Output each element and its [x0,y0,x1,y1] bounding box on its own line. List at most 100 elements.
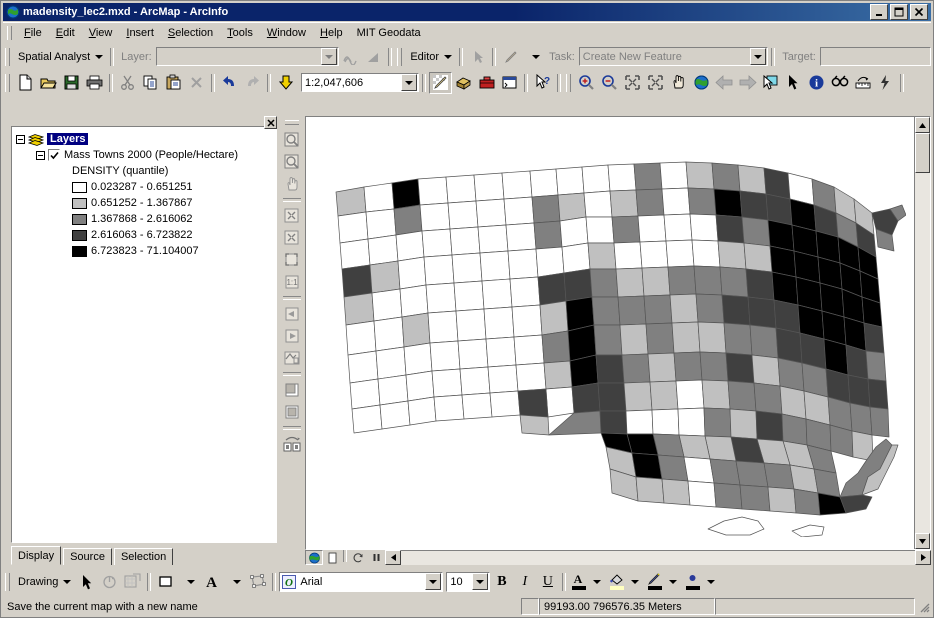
menu-insert[interactable]: Insert [119,25,161,41]
zoom-control-page-button[interactable] [281,347,303,369]
zoom-in-tool[interactable] [575,72,598,94]
zoom-whole-page-button[interactable] [281,249,303,271]
standard-toolbar-grip[interactable] [5,73,10,92]
layout-view-button[interactable] [323,550,341,565]
scroll-left-button[interactable] [385,550,401,565]
command-line-button[interactable] [498,72,521,94]
menu-edit[interactable]: Edit [49,25,82,41]
map-canvas[interactable] [306,117,914,549]
map-horizontal-scrollbar[interactable] [385,550,931,565]
fixed-zoom-out-page-button[interactable] [281,227,303,249]
scroll-down-button[interactable] [915,533,930,549]
tab-selection[interactable]: Selection [113,548,174,565]
legend-item[interactable]: 0.023287 - 0.651251 [72,179,276,195]
menu-tools[interactable]: Tools [220,25,260,41]
go-forward-page-button[interactable] [281,325,303,347]
drawing-menu[interactable]: Drawing [14,574,75,590]
edit-tool-button[interactable] [466,46,489,68]
select-elements-draw-tool[interactable] [75,571,98,593]
go-back-page-button[interactable] [281,303,303,325]
undo-button[interactable] [218,72,241,94]
chevron-down-icon[interactable] [669,579,678,584]
zoom-in-page-button[interactable] [281,129,303,151]
tab-display[interactable]: Display [11,546,62,565]
change-layout-button[interactable] [281,433,303,455]
menu-selection[interactable]: Selection [161,25,220,41]
vertical-scroll-track[interactable] [915,173,930,533]
print-button[interactable] [83,72,106,94]
chevron-down-icon[interactable] [593,579,602,584]
minimize-button[interactable] [870,4,888,20]
legend-item[interactable]: 2.616063 - 6.723822 [72,227,276,243]
toggle-draft-mode-button[interactable] [281,379,303,401]
delete-button[interactable] [185,72,208,94]
menu-window[interactable]: Window [260,25,313,41]
font-name-combo[interactable]: O Arial [279,571,444,592]
menu-mit-geodata[interactable]: MIT Geodata [350,25,428,41]
horizontal-scroll-track[interactable] [401,550,915,565]
maximize-button[interactable] [890,4,908,20]
task-combo-arrow[interactable] [750,48,767,65]
edit-vertices-button[interactable] [246,571,269,593]
line-color-button[interactable] [645,572,678,591]
hyperlink-tool[interactable] [874,72,897,94]
save-button[interactable] [60,72,83,94]
scroll-right-button[interactable] [915,550,931,565]
resize-grip[interactable] [917,600,931,614]
redo-button[interactable] [241,72,264,94]
measure-tool[interactable] [851,72,874,94]
rotate-element-button[interactable] [98,571,121,593]
fixed-zoom-out-tool[interactable] [644,72,667,94]
zoom-out-tool[interactable] [598,72,621,94]
forward-extent-tool[interactable] [736,72,759,94]
sketch-tool-button[interactable] [499,46,522,68]
chevron-down-icon[interactable] [631,579,640,584]
add-data-button[interactable] [274,72,297,94]
editor-toolbar-toggle[interactable] [429,71,452,94]
copy-button[interactable] [139,72,162,94]
collapse-layer-icon[interactable] [36,150,45,160]
close-button[interactable] [910,4,928,20]
spatial-analyst-grip[interactable] [5,47,10,66]
pause-drawing-button[interactable] [367,550,385,565]
new-text-dropdown[interactable] [223,571,246,593]
map-vertical-scrollbar[interactable] [914,117,930,549]
select-features-tool[interactable] [759,72,782,94]
marker-color-button[interactable] [683,572,716,591]
drawing-toolbar-grip[interactable] [5,572,10,591]
refresh-button[interactable] [349,550,367,565]
cut-button[interactable] [116,72,139,94]
legend-item[interactable]: 0.651252 - 1.367867 [72,195,276,211]
zoom-out-page-button[interactable] [281,151,303,173]
select-elements-tool[interactable] [782,72,805,94]
fill-color-button[interactable] [607,572,640,591]
vertical-scroll-thumb[interactable] [915,133,930,173]
legend-item[interactable]: 6.723823 - 71.104007 [72,243,276,259]
new-rectangle-button[interactable] [154,571,177,593]
editor-grip[interactable] [397,47,403,66]
legend-item[interactable]: 1.367868 - 2.616062 [72,211,276,227]
new-rectangle-dropdown[interactable] [177,571,200,593]
menu-help[interactable]: Help [313,25,350,41]
toc-tree[interactable]: Layers Mass Towns 2000 (People/Hectare) … [11,126,277,543]
open-button[interactable] [37,72,60,94]
raster-calculator-button[interactable] [362,46,385,68]
fixed-zoom-in-page-button[interactable] [281,205,303,227]
tab-source[interactable]: Source [63,548,112,565]
fixed-zoom-in-tool[interactable] [621,72,644,94]
pan-tool[interactable] [667,72,690,94]
scale-combo-arrow[interactable] [401,74,417,91]
zoom-100-percent-button[interactable]: 1:1 [281,271,303,293]
toc-close-button[interactable] [264,116,277,129]
font-size-combo[interactable]: 10 [446,571,491,592]
font-size-arrow[interactable] [472,573,489,590]
back-extent-tool[interactable] [713,72,736,94]
paste-button[interactable] [162,72,185,94]
toc-root-node[interactable]: Layers [16,131,276,147]
find-tool[interactable] [828,72,851,94]
whats-this-help-button[interactable]: ? [531,72,554,94]
histogram-button[interactable] [339,46,362,68]
toc-layer-node[interactable]: Mass Towns 2000 (People/Hectare) [36,147,276,163]
new-map-button[interactable] [14,72,37,94]
bold-button[interactable]: B [490,571,513,593]
